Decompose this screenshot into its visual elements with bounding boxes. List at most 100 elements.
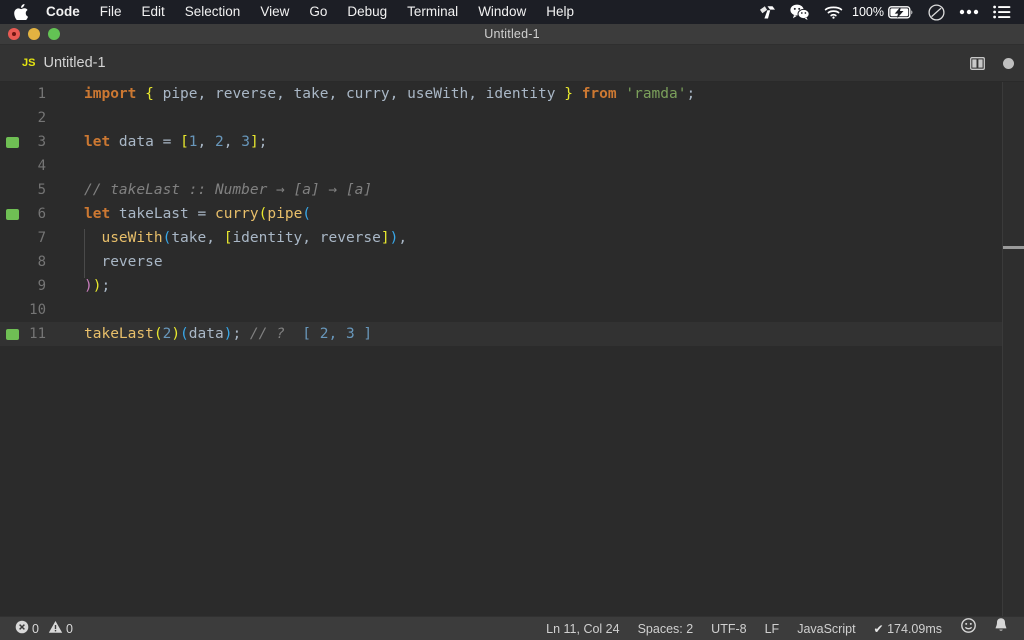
line-number: 1 (37, 86, 46, 102)
battery-percent-label: 100% (852, 5, 884, 19)
git-added-marker-icon (6, 329, 19, 340)
dropbox-icon[interactable] (759, 5, 776, 20)
token-punct: , (328, 86, 338, 102)
code-line[interactable]: 7 useWith(take, [identity, reverse]), (0, 226, 1024, 254)
menu-item-code[interactable]: Code (36, 0, 90, 24)
token-punct (84, 230, 101, 246)
warning-triangle-icon (48, 620, 63, 637)
token-br-y: ] (380, 230, 390, 246)
line-number: 5 (37, 182, 46, 198)
token-ident: data (110, 134, 163, 150)
apple-logo-icon[interactable] (8, 4, 34, 20)
token-num: 3 (241, 134, 250, 150)
token-ident: reverse (206, 86, 277, 102)
menu-item-edit[interactable]: Edit (132, 0, 175, 24)
cursor-position[interactable]: Ln 11, Col 24 (537, 617, 628, 640)
code-line[interactable]: 10 (0, 298, 1024, 322)
battery-charging-icon[interactable] (888, 5, 914, 19)
line-ending-setting[interactable]: LF (756, 617, 789, 640)
menu-item-window[interactable]: Window (468, 0, 536, 24)
code-text: takeLast(2)(data); // ? [ 2, 3 ] (56, 326, 1024, 342)
code-text: let takeLast = curry(pipe( (56, 206, 1024, 222)
token-ident: takeLast (110, 206, 198, 222)
code-line[interactable]: 1 import { pipe, reverse, take, curry, us… (0, 82, 1024, 106)
error-circle-icon (15, 620, 29, 637)
code-line[interactable]: 9)); (0, 274, 1024, 298)
line-number: 8 (37, 254, 46, 270)
indentation-setting[interactable]: Spaces: 2 (629, 617, 703, 640)
token-fn: pipe (267, 206, 303, 222)
quokka-runtime[interactable]: ✔ 174.09ms (865, 617, 951, 640)
code-line[interactable]: 11 takeLast(2)(data); // ? [ 2, 3 ] (0, 322, 1024, 346)
token-br-y: ( (153, 326, 163, 342)
editor-tabbar: JS Untitled-1 (0, 45, 1024, 82)
wifi-icon[interactable] (824, 5, 843, 19)
token-punct (136, 86, 145, 102)
warning-count: 0 (65, 621, 73, 636)
ellipsis-icon[interactable] (959, 9, 979, 15)
encoding-setting[interactable]: UTF-8 (702, 617, 755, 640)
overview-ruler[interactable] (1002, 82, 1024, 616)
token-punct (573, 86, 582, 102)
tab-untitled-1[interactable]: JS Untitled-1 (0, 45, 120, 81)
token-punct: ; (232, 326, 242, 342)
code-line[interactable]: 6 let takeLast = curry(pipe( (0, 202, 1024, 226)
token-punct: , (197, 86, 207, 102)
problems-indicator[interactable]: 0 0 (10, 620, 78, 637)
token-num: 1 (188, 134, 198, 150)
javascript-file-icon: JS (22, 57, 36, 69)
menu-item-selection[interactable]: Selection (175, 0, 251, 24)
wechat-icon[interactable] (790, 4, 810, 20)
menu-item-terminal[interactable]: Terminal (397, 0, 468, 24)
git-added-marker-icon (6, 209, 19, 220)
code-line[interactable]: 2 (0, 106, 1024, 130)
code-text: let data = [1, 2, 3]; (56, 134, 1024, 150)
status-bar-right: Ln 11, Col 24 Spaces: 2 UTF-8 LF JavaScr… (537, 617, 1016, 640)
token-br-b: ( (302, 206, 312, 222)
token-br-y: { (145, 86, 154, 102)
do-not-disturb-icon[interactable] (928, 3, 945, 21)
tab-label: Untitled-1 (43, 55, 106, 71)
code-line[interactable]: 4 (0, 154, 1024, 178)
line-number: 4 (37, 158, 46, 174)
token-br-y: ] (249, 134, 259, 150)
token-punct: ; (101, 278, 111, 294)
menu-item-view[interactable]: View (250, 0, 299, 24)
token-punct: , (206, 230, 224, 246)
token-punct: = (197, 206, 207, 222)
token-num: 2 (162, 326, 172, 342)
window-titlebar: Untitled-1 (0, 24, 1024, 45)
menu-item-help[interactable]: Help (536, 0, 584, 24)
runtime-value: 174.09ms (887, 622, 942, 636)
smiley-icon[interactable] (951, 617, 986, 640)
token-punct: , (276, 86, 285, 102)
token-kw: let (84, 206, 111, 222)
token-ident: identity (476, 86, 556, 102)
menu-item-file[interactable]: File (90, 0, 132, 24)
token-cmt: // ? (249, 326, 285, 342)
code-line[interactable]: 3 let data = [1, 2, 3]; (0, 130, 1024, 154)
menu-item-go[interactable]: Go (299, 0, 337, 24)
menu-bar-items: Code File Edit Selection View Go Debug T… (0, 0, 584, 24)
token-punct: , (398, 230, 408, 246)
code-text: useWith(take, [identity, reverse]), (56, 229, 1024, 254)
window-title: Untitled-1 (484, 27, 540, 41)
token-br-b: ( (162, 230, 172, 246)
menu-item-debug[interactable]: Debug (337, 0, 397, 24)
code-line[interactable]: 5 // takeLast :: Number → [a] → [a] (0, 178, 1024, 202)
token-kw: from (581, 86, 617, 102)
token-ident: pipe (153, 86, 198, 102)
token-kw: import (84, 86, 137, 102)
token-punct (285, 326, 302, 342)
token-fn: useWith (101, 230, 163, 246)
split-editor-icon[interactable] (970, 57, 985, 70)
control-center-list-icon[interactable] (993, 5, 1011, 19)
token-punct (171, 134, 180, 150)
language-mode[interactable]: JavaScript (788, 617, 864, 640)
editor-area[interactable]: 1 import { pipe, reverse, take, curry, us… (0, 82, 1024, 616)
bell-icon[interactable] (986, 617, 1016, 640)
unsaved-changes-dot[interactable] (1003, 58, 1014, 69)
status-bar: 0 0 Ln 11, Col 24 Spaces: 2 UTF-8 LF Jav… (0, 616, 1024, 640)
code-line[interactable]: 8 reverse (0, 250, 1024, 278)
code-text: // takeLast :: Number → [a] → [a] (56, 182, 1024, 198)
